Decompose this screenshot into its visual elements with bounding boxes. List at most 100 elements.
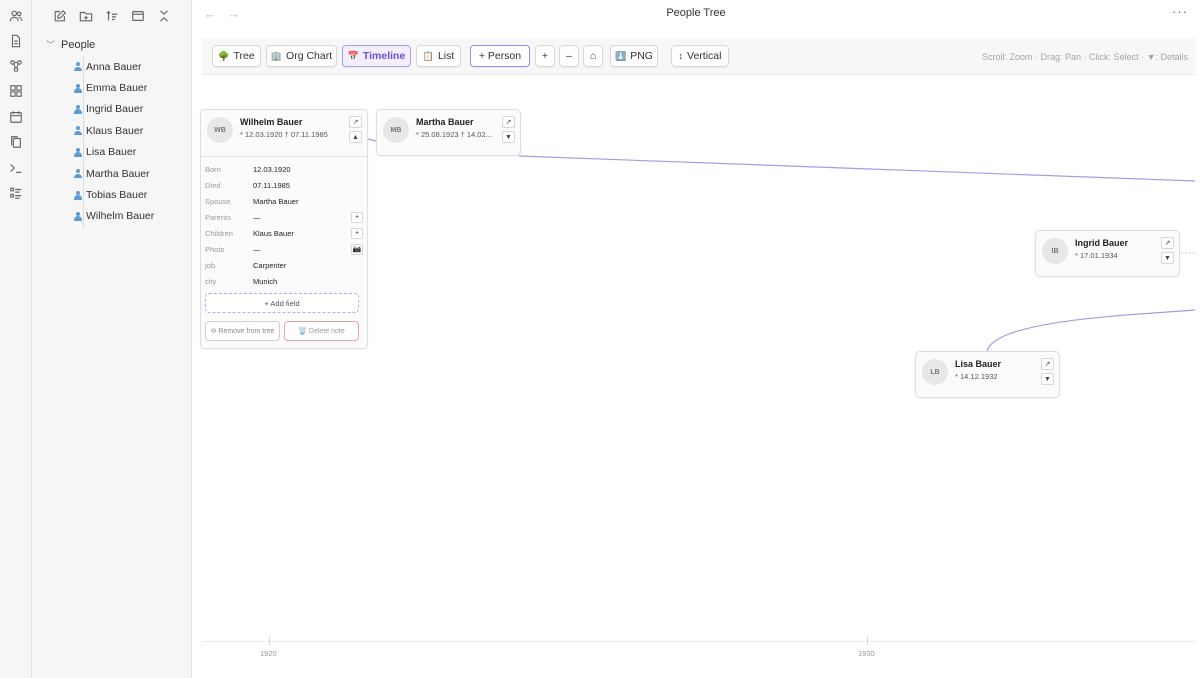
field-children: Children Klaus Bauer +: [205, 226, 363, 240]
field-died: Died 07.11.1985: [205, 180, 290, 190]
folder-label: People: [61, 38, 96, 51]
people-list: Anna Bauer Emma Bauer Ingrid Bauer Klaus…: [74, 56, 154, 227]
file-icon[interactable]: [6, 31, 26, 51]
person-icon: [74, 190, 82, 200]
file-item[interactable]: Ingrid Bauer: [74, 99, 154, 120]
calendar-icon[interactable]: [6, 107, 26, 127]
org-chart-view-button[interactable]: 🏢 Org Chart: [266, 45, 337, 67]
people-tree-view: ← → People Tree ··· 🌳 Tree 🏢 Org Chart 📅…: [192, 0, 1200, 678]
tree-view-button[interactable]: 🌳 Tree: [212, 45, 261, 67]
avatar: MB: [383, 117, 409, 143]
person-icon: [74, 169, 82, 179]
person-icon: [74, 62, 82, 72]
file-item[interactable]: Klaus Bauer: [74, 120, 154, 141]
file-item[interactable]: Lisa Bauer: [74, 142, 154, 163]
open-note-button[interactable]: ↗: [349, 116, 362, 128]
file-item[interactable]: Martha Bauer: [74, 163, 154, 184]
parent-child-connector: [986, 309, 1196, 353]
axis-tick: [867, 637, 868, 645]
collapse-view-icon[interactable]: [128, 6, 148, 26]
calendar-icon: 📅: [347, 50, 359, 61]
new-note-icon[interactable]: [50, 6, 70, 26]
open-note-button[interactable]: ↗: [1161, 237, 1174, 249]
divider: [201, 156, 367, 157]
spouse-connector: [367, 138, 377, 142]
copy-icon[interactable]: [6, 132, 26, 152]
field-job: job Carpenter: [205, 260, 287, 270]
person-icon: [74, 147, 82, 157]
person-name: Wilhelm Bauer: [240, 117, 303, 127]
file-item[interactable]: Emma Bauer: [74, 77, 154, 98]
explorer-toolbar: [50, 6, 174, 26]
axis-tick-label: 1930: [858, 649, 875, 658]
person-card-ingrid[interactable]: IB Ingrid Bauer * 17.01.1934 ↗ ▼: [1035, 230, 1180, 277]
folder-people[interactable]: ﹀ People: [46, 38, 95, 51]
axis-tick-label: 1920: [260, 649, 277, 658]
list-view-button[interactable]: 📋 List: [416, 45, 461, 67]
timeline-axis: [202, 641, 1196, 642]
interaction-hint: Scroll: Zoom · Drag: Pan · Click: Select…: [982, 52, 1188, 62]
delete-note-button[interactable]: 🗑️ Delete note: [284, 321, 359, 341]
add-field-button[interactable]: + Add field: [205, 293, 359, 313]
export-png-button[interactable]: ⬇️ PNG: [610, 45, 658, 67]
terminal-icon[interactable]: [6, 158, 26, 178]
zoom-out-button[interactable]: –: [559, 45, 579, 67]
person-dates: * 17.01.1934: [1075, 251, 1118, 260]
file-item[interactable]: Wilhelm Bauer: [74, 206, 154, 227]
vertical-arrows-icon: ↕: [678, 51, 684, 61]
graph-icon[interactable]: [6, 56, 26, 76]
zoom-in-button[interactable]: +: [535, 45, 555, 67]
axis-tick: [269, 637, 270, 645]
file-explorer: ﹀ People Anna Bauer Emma Bauer Ingrid Ba…: [32, 0, 192, 678]
timeline-view-button[interactable]: 📅 Timeline: [342, 45, 411, 67]
person-dates: * 14.12.1932: [955, 372, 998, 381]
file-item[interactable]: Anna Bauer: [74, 56, 154, 77]
chevron-down-icon: ﹀: [46, 40, 56, 50]
collapse-details-button[interactable]: ▲: [349, 131, 362, 143]
open-note-button[interactable]: ↗: [502, 116, 515, 128]
add-child-button[interactable]: +: [351, 227, 363, 239]
more-options-icon[interactable]: ···: [1172, 4, 1188, 19]
tree-icon: 🌳: [218, 50, 230, 61]
person-icon: [74, 126, 82, 136]
expand-details-button[interactable]: ▼: [502, 131, 515, 143]
field-city: city Munich: [205, 276, 278, 286]
avatar: LB: [922, 359, 948, 385]
building-icon: 🏢: [270, 50, 283, 61]
person-dates: * 12.03.1920 † 07.11.1985: [240, 130, 328, 139]
person-card-wilhelm[interactable]: WB Wilhelm Bauer * 12.03.1920 † 07.11.19…: [200, 109, 368, 349]
home-button[interactable]: ⌂: [583, 45, 603, 67]
download-icon: ⬇️: [615, 50, 627, 61]
expand-details-button[interactable]: ▼: [1041, 373, 1054, 385]
add-parent-button[interactable]: +: [351, 211, 363, 223]
tree-toolbar: 🌳 Tree 🏢 Org Chart 📅 Timeline 📋 List + P…: [202, 38, 1196, 75]
field-parents: Parents — +: [205, 210, 363, 224]
parent-child-connector: [518, 155, 1196, 182]
person-icon: [74, 104, 82, 114]
avatar: IB: [1042, 238, 1068, 264]
sort-icon[interactable]: [102, 6, 122, 26]
person-name: Ingrid Bauer: [1075, 238, 1129, 248]
view-title: People Tree: [666, 7, 726, 19]
person-name: Martha Bauer: [416, 117, 474, 127]
person-card-martha[interactable]: MB Martha Bauer * 25.08.1923 † 14.02... …: [376, 109, 521, 156]
clipboard-icon: 📋: [422, 50, 434, 61]
person-card-lisa[interactable]: LB Lisa Bauer * 14.12.1932 ↗ ▼: [915, 351, 1060, 398]
expand-details-button[interactable]: ▼: [1161, 252, 1174, 264]
field-spouse: Spouse Martha Bauer: [205, 196, 299, 206]
timeline-canvas[interactable]: WB Wilhelm Bauer * 12.03.1920 † 07.11.19…: [192, 75, 1200, 678]
open-note-button[interactable]: ↗: [1041, 358, 1054, 370]
add-person-button[interactable]: + Person: [470, 45, 530, 67]
new-folder-icon[interactable]: [76, 6, 96, 26]
person-dates: * 25.08.1923 † 14.02...: [416, 130, 492, 139]
avatar: WB: [207, 117, 233, 143]
camera-icon[interactable]: 📷: [351, 243, 363, 255]
person-icon: [74, 211, 82, 221]
grid-icon[interactable]: [6, 81, 26, 101]
vertical-layout-button[interactable]: ↕ Vertical: [671, 45, 729, 67]
remove-from-tree-button[interactable]: ⊖ Remove from tree: [205, 321, 280, 341]
list-icon[interactable]: [6, 183, 26, 203]
collapse-all-icon[interactable]: [154, 6, 174, 26]
people-icon[interactable]: [6, 6, 26, 26]
file-item[interactable]: Tobias Bauer: [74, 184, 154, 205]
